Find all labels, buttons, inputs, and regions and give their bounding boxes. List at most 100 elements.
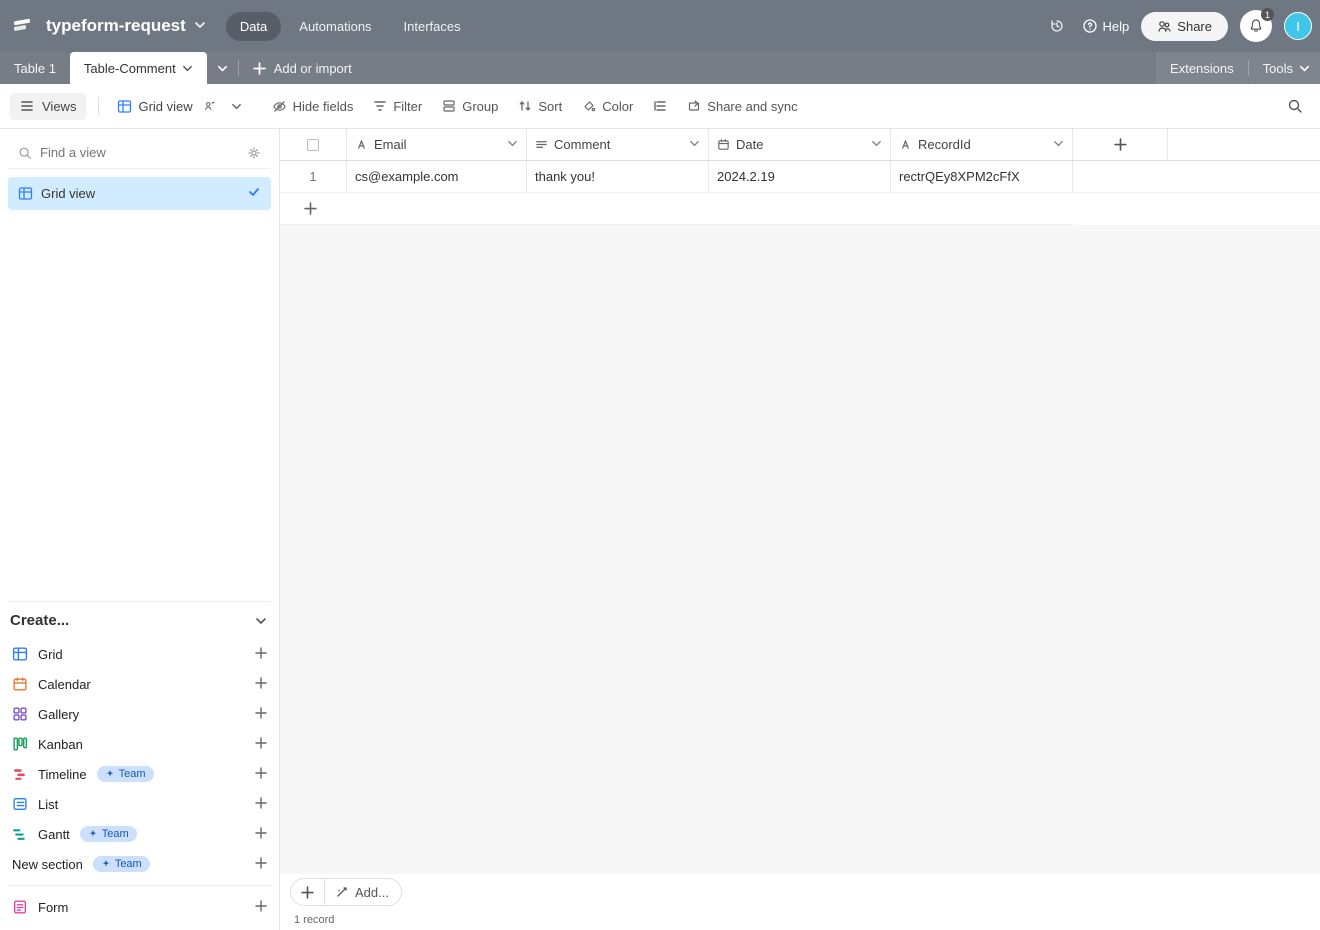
gallery-icon [12, 706, 28, 722]
add-column-button[interactable] [1073, 129, 1168, 160]
filter-button[interactable]: Filter [365, 93, 430, 120]
search-icon [1287, 98, 1303, 114]
find-view-search[interactable] [8, 137, 271, 169]
create-section-header[interactable]: Create... [8, 601, 271, 639]
cell-value: rectrQEy8XPM2cFfX [899, 169, 1020, 184]
column-menu-button[interactable] [689, 137, 700, 152]
notification-count-badge: 1 [1261, 8, 1274, 21]
kanban-icon [12, 736, 28, 752]
cell-date[interactable]: 2024.2.19 [709, 161, 891, 192]
search-icon [18, 146, 32, 160]
column-header-comment[interactable]: Comment [527, 129, 709, 160]
add-row-button[interactable] [280, 193, 1073, 225]
share-sync-label: Share and sync [707, 99, 797, 114]
table-tab-comment[interactable]: Table-Comment [70, 52, 207, 84]
chevron-down-icon [255, 615, 267, 627]
avatar[interactable]: I [1284, 12, 1312, 40]
text-field-icon [355, 138, 368, 151]
cell-comment[interactable]: thank you! [527, 161, 709, 192]
column-header-date[interactable]: Date [709, 129, 891, 160]
nav-interfaces[interactable]: Interfaces [390, 12, 475, 41]
history-icon[interactable] [1043, 12, 1071, 40]
base-menu-chevron-icon[interactable] [194, 19, 206, 34]
create-item-label: Calendar [38, 677, 91, 692]
plus-icon [304, 202, 317, 215]
settings-icon[interactable] [247, 146, 261, 160]
row-height-button[interactable] [645, 93, 675, 119]
chevron-down-icon [1299, 63, 1310, 74]
cell-email[interactable]: cs@example.com [347, 161, 527, 192]
plus-icon[interactable] [255, 767, 267, 782]
app-logo-icon[interactable] [8, 12, 36, 40]
create-grid[interactable]: Grid [8, 639, 271, 669]
column-header-email[interactable]: Email [347, 129, 527, 160]
plus-icon[interactable] [255, 900, 267, 915]
sort-button[interactable]: Sort [510, 93, 570, 120]
gantt-icon [12, 826, 28, 842]
share-button[interactable]: Share [1141, 12, 1228, 41]
group-icon [442, 99, 456, 113]
cell-recordid[interactable]: rectrQEy8XPM2cFfX [891, 161, 1073, 192]
create-item-label: Form [38, 900, 68, 915]
color-button[interactable]: Color [574, 93, 641, 120]
nav-data[interactable]: Data [226, 12, 281, 41]
hide-fields-button[interactable]: Hide fields [264, 93, 362, 120]
plus-icon[interactable] [255, 857, 267, 872]
bell-icon [1248, 18, 1264, 34]
hamburger-icon [20, 99, 34, 113]
plus-icon[interactable] [255, 647, 267, 662]
column-header-recordid[interactable]: RecordId [891, 129, 1073, 160]
calendar-icon [12, 676, 28, 692]
extensions-button[interactable]: Extensions [1156, 52, 1248, 84]
current-view-name[interactable]: Grid view [111, 95, 222, 118]
views-toggle-button[interactable]: Views [10, 93, 86, 120]
checkbox-icon[interactable] [307, 139, 319, 151]
column-menu-button[interactable] [507, 137, 518, 152]
column-menu-button[interactable] [1053, 137, 1064, 152]
create-form[interactable]: Form [8, 892, 271, 922]
create-item-label: Gantt [38, 827, 70, 842]
plus-icon [301, 886, 314, 899]
footer-add-menu-button[interactable]: Add... [324, 878, 402, 906]
column-menu-button[interactable] [871, 137, 882, 152]
sidebar-view-grid[interactable]: Grid view [8, 177, 271, 210]
notifications-button[interactable]: 1 [1240, 10, 1272, 42]
plus-icon[interactable] [255, 737, 267, 752]
footer-add-record-button[interactable] [290, 878, 324, 906]
add-or-import-button[interactable]: Add or import [239, 52, 366, 84]
create-timeline[interactable]: Timeline Team [8, 759, 271, 789]
team-label: Team [115, 858, 142, 870]
select-all-checkbox-cell[interactable] [280, 129, 347, 160]
group-label: Group [462, 99, 498, 114]
help-icon [1083, 19, 1097, 33]
create-gallery[interactable]: Gallery [8, 699, 271, 729]
plus-icon[interactable] [255, 677, 267, 692]
create-kanban[interactable]: Kanban [8, 729, 271, 759]
base-name[interactable]: typeform-request [46, 16, 186, 36]
find-view-input[interactable] [40, 145, 239, 160]
table-row[interactable]: 1 cs@example.com thank you! 2024.2.19 re… [280, 161, 1320, 193]
share-icon [687, 99, 701, 113]
table-tab-label: Table 1 [14, 61, 56, 76]
row-number-cell[interactable]: 1 [280, 161, 347, 192]
view-menu-button[interactable] [227, 95, 246, 118]
paint-icon [582, 99, 596, 113]
tools-button[interactable]: Tools [1249, 52, 1320, 84]
share-sync-button[interactable]: Share and sync [679, 93, 805, 120]
plus-icon[interactable] [255, 797, 267, 812]
help-button[interactable]: Help [1083, 19, 1130, 34]
create-gantt[interactable]: Gantt Team [8, 819, 271, 849]
search-records-button[interactable] [1280, 91, 1310, 121]
nav-automations[interactable]: Automations [285, 12, 385, 41]
create-list[interactable]: List [8, 789, 271, 819]
plus-icon[interactable] [255, 707, 267, 722]
footer-add-label: Add... [355, 885, 389, 900]
team-label: Team [119, 768, 146, 780]
plus-icon[interactable] [255, 827, 267, 842]
create-item-label: Kanban [38, 737, 83, 752]
group-button[interactable]: Group [434, 93, 506, 120]
create-new-section[interactable]: New section Team [8, 849, 271, 879]
table-tab-table1[interactable]: Table 1 [0, 52, 70, 84]
table-tabs-overflow-button[interactable] [207, 52, 238, 84]
create-calendar[interactable]: Calendar [8, 669, 271, 699]
